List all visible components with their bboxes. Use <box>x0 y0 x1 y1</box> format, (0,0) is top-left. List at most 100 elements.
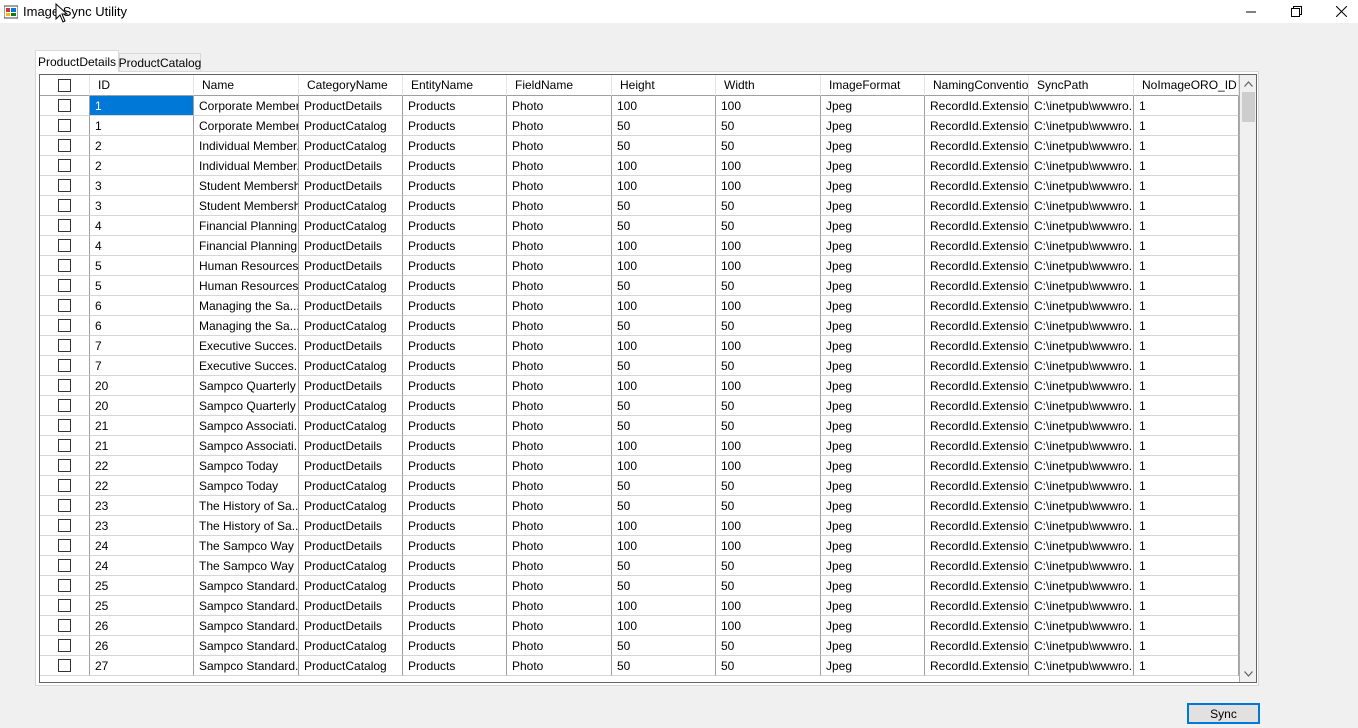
column-header-width[interactable]: Width <box>716 75 821 96</box>
row-select-cell[interactable] <box>40 316 90 336</box>
cell-syncpath[interactable]: C:\inetpub\wwwro... <box>1029 436 1134 456</box>
cell-syncpath[interactable]: C:\inetpub\wwwro... <box>1029 296 1134 316</box>
cell-width[interactable]: 50 <box>716 576 821 596</box>
cell-name[interactable]: Corporate Member... <box>194 96 299 116</box>
cell-fieldname[interactable]: Photo <box>507 576 612 596</box>
cell-syncpath[interactable]: C:\inetpub\wwwro... <box>1029 636 1134 656</box>
cell-categoryname[interactable]: ProductCatalog <box>299 136 403 156</box>
cell-noimageoro-id[interactable]: 1 <box>1134 616 1239 636</box>
cell-height[interactable]: 50 <box>612 276 716 296</box>
cell-width[interactable]: 50 <box>716 636 821 656</box>
row-select-cell[interactable] <box>40 156 90 176</box>
cell-noimageoro-id[interactable]: 1 <box>1134 116 1239 136</box>
row-select-cell[interactable] <box>40 496 90 516</box>
cell-name[interactable]: Sampco Today <box>194 476 299 496</box>
scroll-thumb[interactable] <box>1242 92 1255 122</box>
table-row[interactable]: 26 Sampco Standard... ProductDetails Produc… <box>40 616 1239 636</box>
cell-namingconvention[interactable]: RecordId.Extension <box>925 656 1029 676</box>
cell-height[interactable]: 50 <box>612 656 716 676</box>
cell-entityname[interactable]: Products <box>403 96 507 116</box>
cell-entityname[interactable]: Products <box>403 636 507 656</box>
cell-height[interactable]: 100 <box>612 596 716 616</box>
row-checkbox[interactable] <box>58 119 71 132</box>
row-checkbox[interactable] <box>58 219 71 232</box>
cell-name[interactable]: The Sampco Way <box>194 536 299 556</box>
cell-noimageoro-id[interactable]: 1 <box>1134 416 1239 436</box>
restore-button[interactable] <box>1273 0 1319 23</box>
row-select-cell[interactable] <box>40 436 90 456</box>
cell-entityname[interactable]: Products <box>403 236 507 256</box>
row-select-cell[interactable] <box>40 536 90 556</box>
cell-name[interactable]: Financial Planning <box>194 236 299 256</box>
cell-id[interactable]: 2 <box>90 156 194 176</box>
cell-id[interactable]: 22 <box>90 456 194 476</box>
table-row[interactable]: 3 Student Membership ProductDetails Product… <box>40 176 1239 196</box>
cell-width[interactable]: 100 <box>716 376 821 396</box>
cell-id[interactable]: 24 <box>90 556 194 576</box>
cell-name[interactable]: Sampco Standard... <box>194 596 299 616</box>
cell-height[interactable]: 50 <box>612 636 716 656</box>
cell-noimageoro-id[interactable]: 1 <box>1134 576 1239 596</box>
cell-entityname[interactable]: Products <box>403 396 507 416</box>
cell-name[interactable]: Financial Planning <box>194 216 299 236</box>
table-row[interactable]: 23 The History of Sa... ProductDetails Prod… <box>40 516 1239 536</box>
table-row[interactable]: 4 Financial Planning ProductDetails Product… <box>40 236 1239 256</box>
row-select-cell[interactable] <box>40 296 90 316</box>
cell-namingconvention[interactable]: RecordId.Extension <box>925 456 1029 476</box>
cell-categoryname[interactable]: ProductDetails <box>299 336 403 356</box>
cell-entityname[interactable]: Products <box>403 296 507 316</box>
cell-width[interactable]: 100 <box>716 516 821 536</box>
row-select-cell[interactable] <box>40 336 90 356</box>
cell-noimageoro-id[interactable]: 1 <box>1134 196 1239 216</box>
table-row[interactable]: 27 Sampco Standard... ProductCatalog Produc… <box>40 656 1239 676</box>
row-select-cell[interactable] <box>40 176 90 196</box>
row-select-cell[interactable] <box>40 656 90 676</box>
row-checkbox[interactable] <box>58 379 71 392</box>
cell-categoryname[interactable]: ProductDetails <box>299 176 403 196</box>
row-checkbox[interactable] <box>58 139 71 152</box>
cell-namingconvention[interactable]: RecordId.Extension <box>925 556 1029 576</box>
cell-id[interactable]: 7 <box>90 336 194 356</box>
cell-id[interactable]: 6 <box>90 316 194 336</box>
cell-name[interactable]: Sampco Standard... <box>194 616 299 636</box>
column-header-syncpath[interactable]: SyncPath <box>1029 75 1134 96</box>
cell-imageformat[interactable]: Jpeg <box>821 276 925 296</box>
cell-imageformat[interactable]: Jpeg <box>821 636 925 656</box>
cell-width[interactable]: 100 <box>716 336 821 356</box>
cell-syncpath[interactable]: C:\inetpub\wwwro... <box>1029 336 1134 356</box>
cell-height[interactable]: 50 <box>612 556 716 576</box>
cell-namingconvention[interactable]: RecordId.Extension <box>925 436 1029 456</box>
cell-imageformat[interactable]: Jpeg <box>821 556 925 576</box>
row-checkbox[interactable] <box>58 99 71 112</box>
cell-name[interactable]: Sampco Associati... <box>194 436 299 456</box>
row-checkbox[interactable] <box>58 439 71 452</box>
table-row[interactable]: 24 The Sampco Way ProductDetails Products Ph… <box>40 536 1239 556</box>
cell-name[interactable]: Corporate Member... <box>194 116 299 136</box>
cell-entityname[interactable]: Products <box>403 436 507 456</box>
scroll-down-button[interactable] <box>1240 665 1256 682</box>
cell-namingconvention[interactable]: RecordId.Extension <box>925 296 1029 316</box>
cell-height[interactable]: 100 <box>612 616 716 636</box>
cell-entityname[interactable]: Products <box>403 576 507 596</box>
cell-entityname[interactable]: Products <box>403 376 507 396</box>
row-select-cell[interactable] <box>40 216 90 236</box>
cell-namingconvention[interactable]: RecordId.Extension <box>925 96 1029 116</box>
cell-imageformat[interactable]: Jpeg <box>821 116 925 136</box>
cell-namingconvention[interactable]: RecordId.Extension <box>925 156 1029 176</box>
cell-name[interactable]: Individual Member... <box>194 136 299 156</box>
table-row[interactable]: 7 Executive Succes... ProductDetails Produc… <box>40 336 1239 356</box>
cell-name[interactable]: Sampco Associati... <box>194 416 299 436</box>
sync-button[interactable]: Sync <box>1187 703 1260 724</box>
cell-imageformat[interactable]: Jpeg <box>821 236 925 256</box>
cell-height[interactable]: 100 <box>612 536 716 556</box>
cell-height[interactable]: 50 <box>612 136 716 156</box>
cell-categoryname[interactable]: ProductDetails <box>299 456 403 476</box>
cell-noimageoro-id[interactable]: 1 <box>1134 96 1239 116</box>
cell-noimageoro-id[interactable]: 1 <box>1134 596 1239 616</box>
column-header-namingconvention[interactable]: NamingConvention <box>925 75 1029 96</box>
cell-syncpath[interactable]: C:\inetpub\wwwro... <box>1029 516 1134 536</box>
cell-id[interactable]: 26 <box>90 636 194 656</box>
cell-name[interactable]: Sampco Quarterly <box>194 376 299 396</box>
minimize-button[interactable] <box>1228 0 1274 23</box>
cell-height[interactable]: 50 <box>612 196 716 216</box>
